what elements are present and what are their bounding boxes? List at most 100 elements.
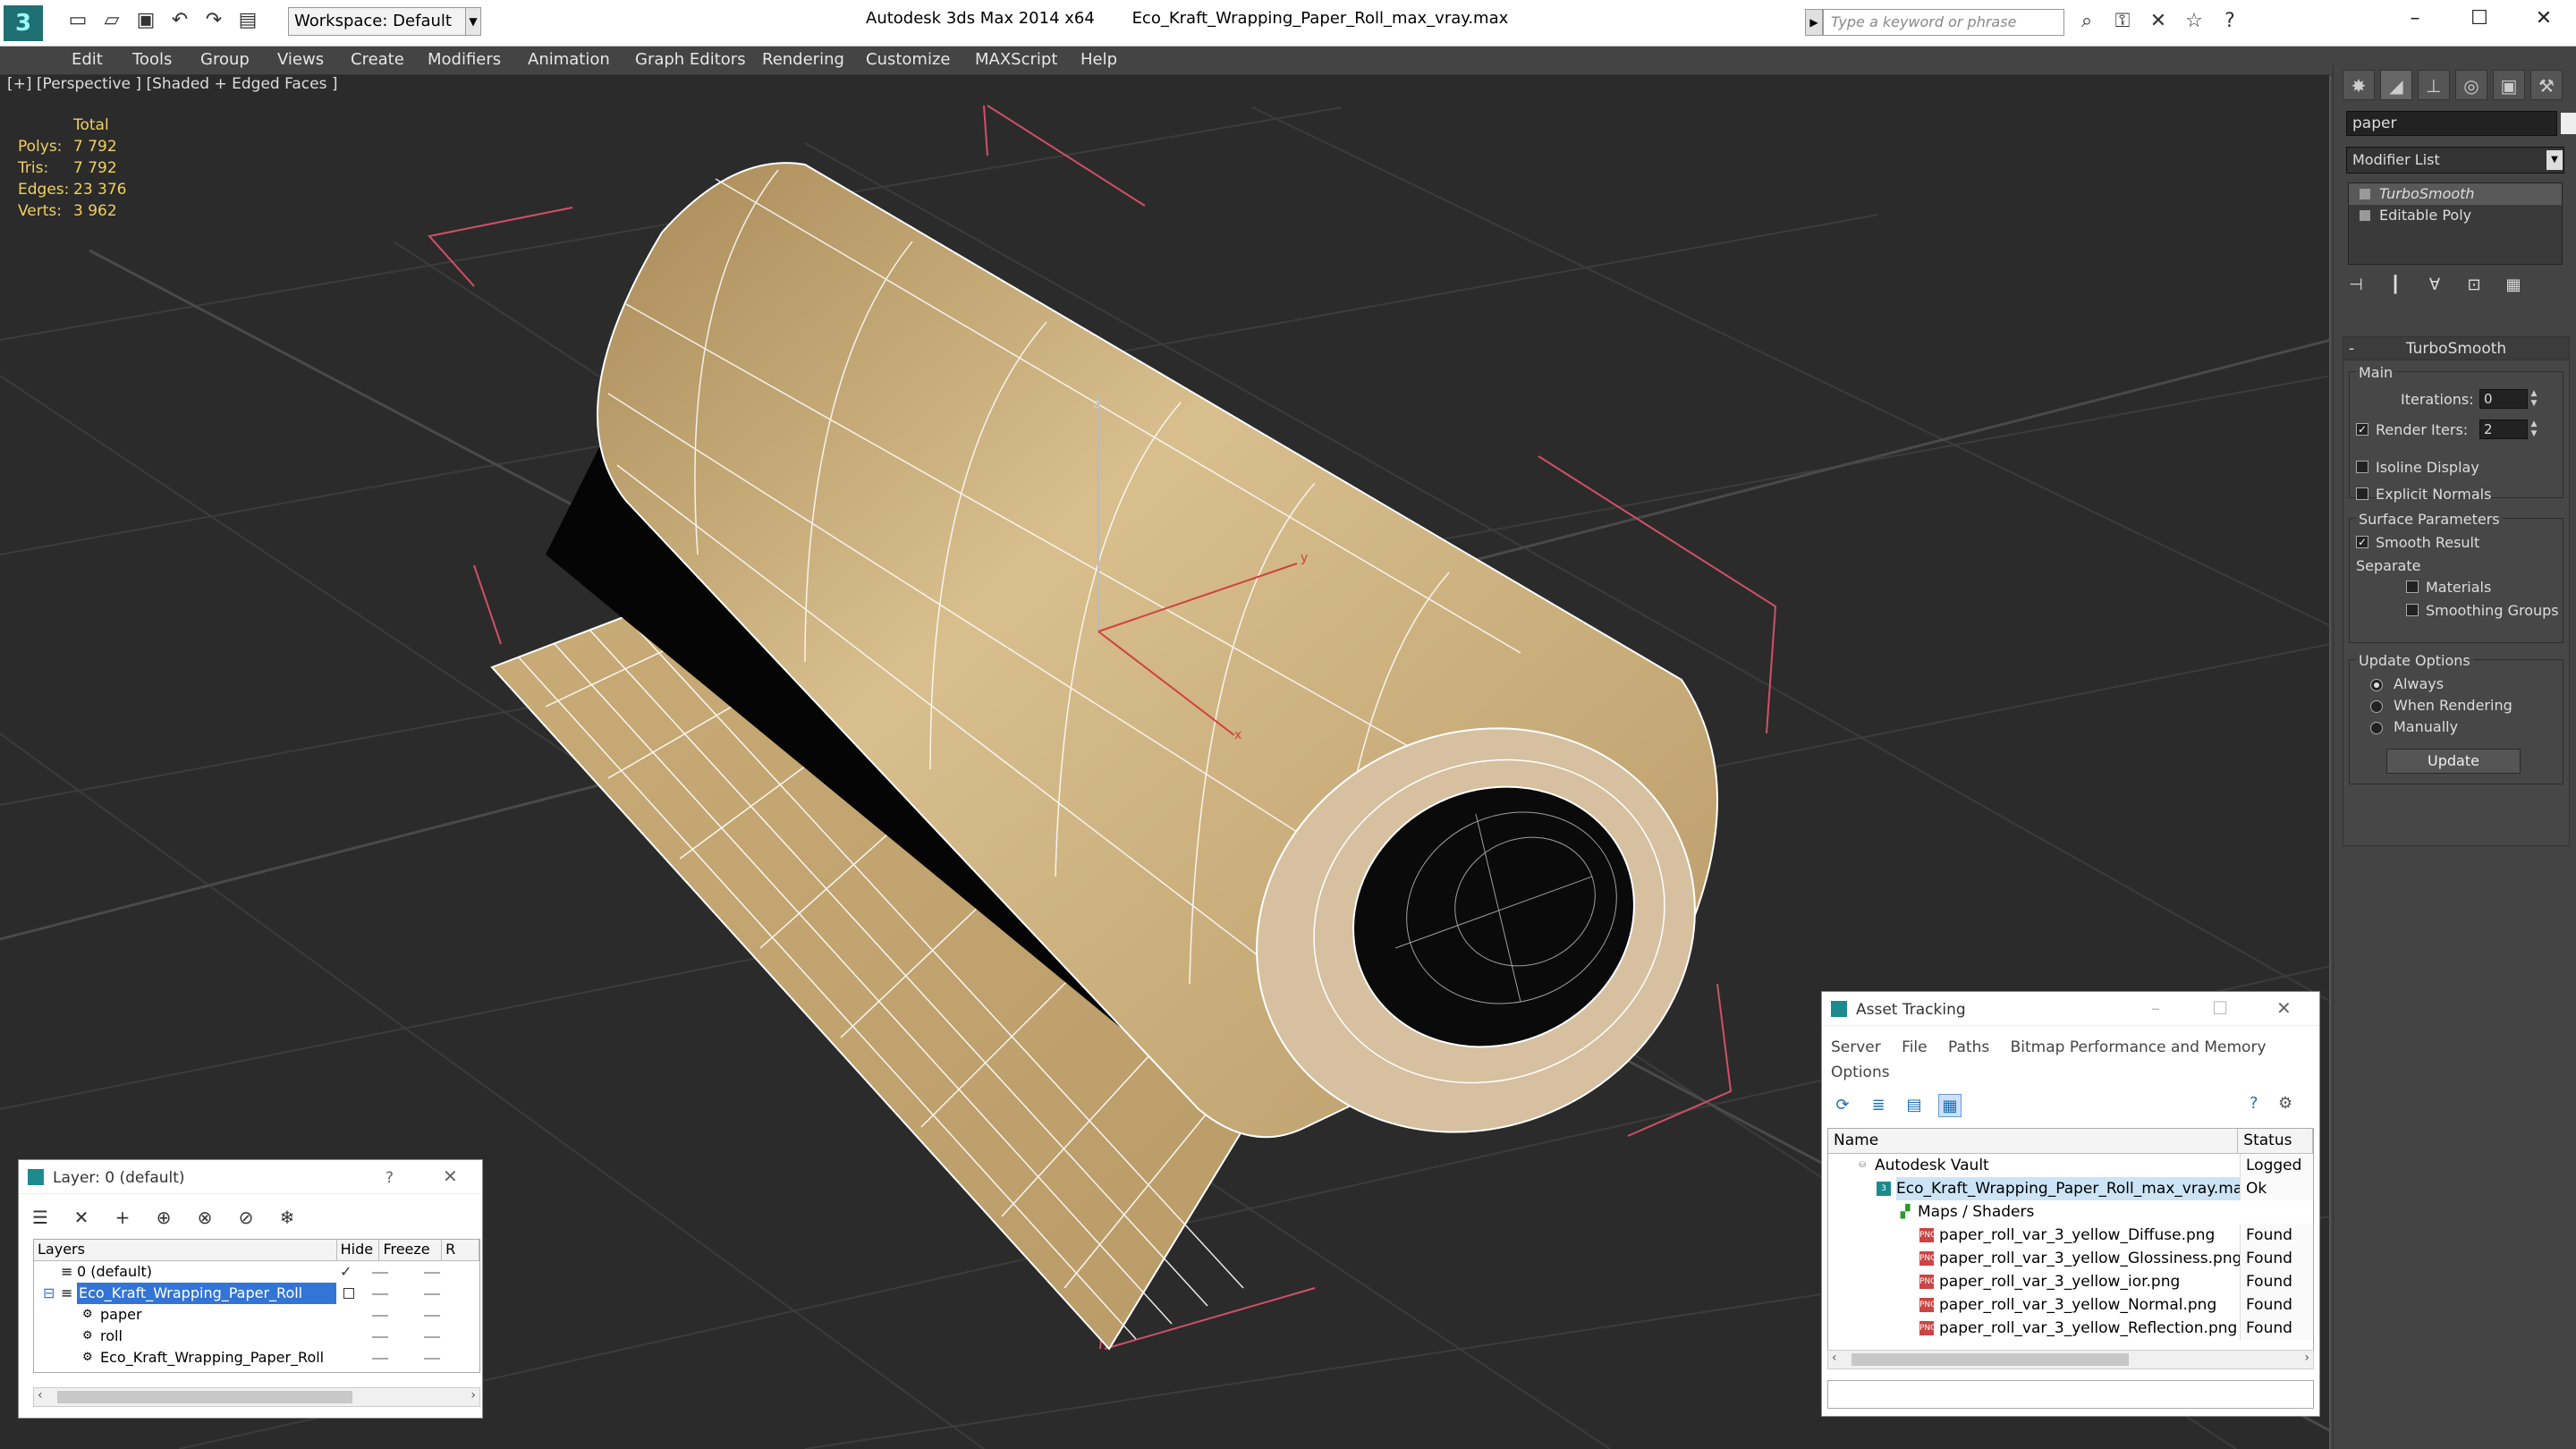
save-icon[interactable]: ▣: [132, 7, 159, 34]
minimize-icon[interactable]: –: [2151, 997, 2160, 1019]
show-end-result-icon[interactable]: ┃: [2385, 275, 2405, 295]
modify-tab-icon[interactable]: ◢: [2380, 70, 2412, 100]
create-tab-icon[interactable]: ✸: [2343, 70, 2375, 100]
menu-server[interactable]: Server: [1831, 1038, 1881, 1056]
refresh-icon[interactable]: ⟳: [1831, 1094, 1854, 1117]
asset-path-field[interactable]: [1827, 1380, 2314, 1409]
make-unique-icon[interactable]: ∀: [2425, 275, 2445, 295]
render-iters-checkbox[interactable]: ✓: [2356, 423, 2368, 436]
spinner-arrows-icon[interactable]: ▲ ▼: [2528, 419, 2540, 439]
add-to-layer-icon[interactable]: +: [110, 1205, 135, 1230]
scroll-left-icon[interactable]: ‹: [38, 1388, 43, 1402]
layer-row[interactable]: ⊟ ≡ Eco_Kraft_Wrapping_Paper_Roll: [34, 1283, 479, 1304]
remove-modifier-icon[interactable]: ⊡: [2464, 275, 2484, 295]
project-folder-icon[interactable]: ▤: [234, 7, 261, 34]
menu-create[interactable]: Create: [351, 50, 404, 69]
hierarchy-tab-icon[interactable]: ⊥: [2418, 70, 2450, 100]
display-tab-icon[interactable]: ▣: [2493, 70, 2525, 100]
table-view-icon[interactable]: ▦: [1938, 1094, 1962, 1117]
settings-icon[interactable]: ⚙: [2278, 1094, 2292, 1113]
column-header[interactable]: Freeze: [379, 1240, 443, 1260]
render-iters-spinner[interactable]: 2: [2479, 419, 2528, 439]
layer-window-titlebar[interactable]: Layer: 0 (default) ? ✕: [19, 1160, 482, 1194]
list-view-icon[interactable]: ≣: [1867, 1094, 1890, 1117]
asset-row[interactable]: ⛁ Autodesk Vault Logged O: [1828, 1154, 2313, 1200]
create-layer-icon[interactable]: ☰: [28, 1205, 53, 1230]
menu-animation[interactable]: Animation: [528, 50, 610, 69]
workspace-dropdown[interactable]: Workspace: Default: [288, 7, 467, 36]
asset-row[interactable]: PNG paper_roll_var_3_yellow_Reflection.p…: [1828, 1317, 2313, 1340]
app-logo-icon[interactable]: 3: [4, 5, 43, 41]
freeze-all-icon[interactable]: ❄: [275, 1205, 300, 1230]
iterations-spinner[interactable]: 0: [2479, 389, 2528, 409]
search-expand-icon[interactable]: ▶: [1805, 9, 1823, 36]
utilities-tab-icon[interactable]: ⚒: [2530, 70, 2563, 100]
hide-all-icon[interactable]: ⊘: [233, 1205, 258, 1230]
menu-modifiers[interactable]: Modifiers: [428, 50, 501, 69]
pin-stack-icon[interactable]: ⊣: [2346, 275, 2366, 295]
menu-help[interactable]: Help: [1080, 50, 1117, 69]
close-icon[interactable]: ✕: [443, 1165, 458, 1187]
menu-views[interactable]: Views: [277, 50, 324, 69]
delete-layer-icon[interactable]: ✕: [69, 1205, 94, 1230]
spinner-arrows-icon[interactable]: ▲ ▼: [2528, 389, 2540, 409]
modifier-list-dropdown[interactable]: Modifier List: [2346, 147, 2564, 174]
scroll-right-icon[interactable]: ›: [470, 1388, 476, 1402]
maximize-icon[interactable]: ☐: [2212, 997, 2228, 1019]
column-header[interactable]: Layers: [34, 1240, 337, 1260]
column-header[interactable]: R: [442, 1240, 479, 1260]
smooth-result-checkbox[interactable]: ✓: [2356, 536, 2368, 548]
expand-icon[interactable]: [2360, 210, 2370, 221]
stack-item-editable-poly[interactable]: Editable Poly: [2349, 205, 2562, 226]
scroll-right-icon[interactable]: ›: [2304, 1351, 2309, 1365]
object-color-swatch[interactable]: [2561, 113, 2576, 134]
explicit-normals-checkbox[interactable]: [2356, 487, 2368, 500]
menu-paths[interactable]: Paths: [1948, 1038, 1989, 1056]
column-header[interactable]: Name: [1828, 1129, 2239, 1153]
update-button[interactable]: Update: [2386, 749, 2521, 774]
menu-customize[interactable]: Customize: [866, 50, 950, 69]
menu-edit[interactable]: Edit: [72, 50, 103, 69]
undo-icon[interactable]: ↶: [166, 7, 193, 34]
redo-icon[interactable]: ↷: [200, 7, 227, 34]
asset-window-titlebar[interactable]: Asset Tracking – ☐ ✕: [1822, 992, 2319, 1026]
exchange-icon[interactable]: ✕: [2145, 7, 2172, 36]
object-name-field[interactable]: paper: [2346, 111, 2557, 136]
asset-row[interactable]: 3 Eco_Kraft_Wrapping_Paper_Roll_max_vray…: [1828, 1177, 2313, 1200]
highlight-layer-icon[interactable]: ⊗: [192, 1205, 217, 1230]
menu-file[interactable]: File: [1902, 1038, 1927, 1056]
asset-row[interactable]: PNG paper_roll_var_3_yellow_ior.png Foun…: [1828, 1270, 2313, 1293]
always-radio[interactable]: [2370, 679, 2383, 691]
asset-scrollbar[interactable]: ‹ ›: [1827, 1350, 2314, 1369]
motion-tab-icon[interactable]: ◎: [2455, 70, 2487, 100]
menu-bitmap-performance[interactable]: Bitmap Performance and Memory: [2011, 1038, 2267, 1056]
column-header[interactable]: Status: [2238, 1129, 2313, 1153]
layer-row[interactable]: ⚙ paper: [34, 1304, 479, 1326]
minimize-icon[interactable]: –: [2383, 0, 2447, 38]
column-header[interactable]: Hide: [337, 1240, 380, 1260]
set-current-icon[interactable]: [343, 1288, 354, 1299]
scroll-left-icon[interactable]: ‹: [1832, 1351, 1837, 1365]
when-rendering-radio[interactable]: [2370, 700, 2383, 713]
help-icon[interactable]: ?: [2250, 1094, 2258, 1113]
close-icon[interactable]: ✕: [2276, 997, 2292, 1019]
stack-item-turbosmooth[interactable]: TurboSmooth: [2349, 183, 2562, 205]
scrollbar-thumb[interactable]: [57, 1391, 352, 1403]
layer-row[interactable]: ⚙ Eco_Kraft_Wrapping_Paper_Roll: [34, 1347, 479, 1368]
scrollbar-thumb[interactable]: [1852, 1353, 2129, 1366]
asset-row[interactable]: PNG paper_roll_var_3_yellow_Normal.png F…: [1828, 1293, 2313, 1317]
maximize-icon[interactable]: ☐: [2447, 0, 2512, 38]
help-icon[interactable]: ?: [386, 1169, 394, 1187]
tree-view-icon[interactable]: ▤: [1902, 1094, 1926, 1117]
manually-radio[interactable]: [2370, 722, 2383, 734]
configure-sets-icon[interactable]: ▦: [2504, 275, 2523, 295]
asset-row[interactable]: ▞ Maps / Shaders: [1828, 1200, 2313, 1224]
menu-tools[interactable]: Tools: [132, 50, 172, 69]
layers-scrollbar[interactable]: ‹ ›: [33, 1387, 480, 1407]
layer-row[interactable]: ⚙ roll: [34, 1326, 479, 1347]
help-icon[interactable]: ?: [2216, 7, 2243, 36]
asset-row[interactable]: PNG paper_roll_var_3_yellow_Glossiness.p…: [1828, 1247, 2313, 1270]
bulb-icon[interactable]: [2360, 189, 2370, 199]
search-input[interactable]: Type a keyword or phrase: [1823, 9, 2064, 36]
materials-checkbox[interactable]: [2406, 580, 2419, 593]
